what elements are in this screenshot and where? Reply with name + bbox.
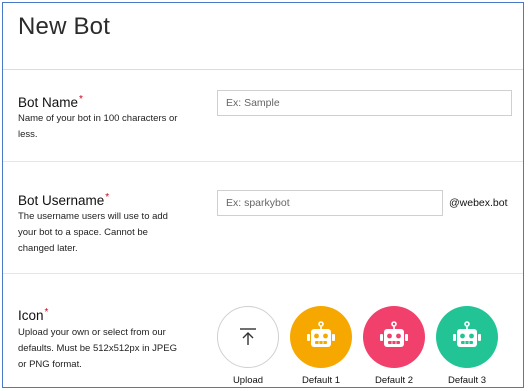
required-asterisk: *: [44, 307, 49, 318]
icon-option-label: Default 2: [374, 375, 414, 386]
icon-option-upload[interactable]: Upload: [216, 306, 280, 386]
bot-username-label-text: Bot Username: [18, 193, 105, 208]
required-asterisk: *: [105, 192, 110, 203]
required-asterisk: *: [79, 94, 83, 105]
divider: [3, 69, 523, 70]
bot-username-input[interactable]: [217, 190, 443, 216]
section-divider: [3, 273, 523, 274]
upload-button[interactable]: [217, 306, 279, 368]
upload-icon: [240, 328, 256, 345]
icon-label: Icon*: [18, 307, 49, 323]
icon-option-label: Default 1: [301, 375, 341, 386]
icon-option-label: Upload: [232, 375, 264, 386]
default-1-avatar[interactable]: [290, 306, 352, 368]
section-divider: [3, 161, 523, 162]
bot-name-label-text: Bot Name: [18, 95, 79, 110]
icon-label-text: Icon: [18, 308, 44, 323]
robot-icon: [453, 321, 481, 347]
bot-name-input[interactable]: [217, 90, 512, 116]
default-3-avatar[interactable]: [436, 306, 498, 368]
bot-name-help: Name of your bot in 100 characters or le…: [18, 113, 178, 140]
bot-name-label: Bot Name*: [18, 94, 83, 110]
icon-help: Upload your own or select from our defau…: [18, 327, 177, 370]
bot-username-label: Bot Username*: [18, 192, 110, 208]
robot-icon: [380, 321, 408, 347]
icon-option-default-2[interactable]: Default 2: [362, 306, 426, 386]
username-domain-suffix: @webex.bot: [449, 197, 508, 209]
icon-option-label: Default 3: [447, 375, 487, 386]
page-title: New Bot: [18, 13, 111, 40]
new-bot-form: New Bot Bot Name* Name of your bot in 10…: [2, 2, 524, 388]
icon-option-default-3[interactable]: Default 3: [435, 306, 499, 386]
bot-username-help: The username users will use to add your …: [18, 211, 168, 254]
robot-icon: [307, 321, 335, 347]
icon-option-default-1[interactable]: Default 1: [289, 306, 353, 386]
default-2-avatar[interactable]: [363, 306, 425, 368]
